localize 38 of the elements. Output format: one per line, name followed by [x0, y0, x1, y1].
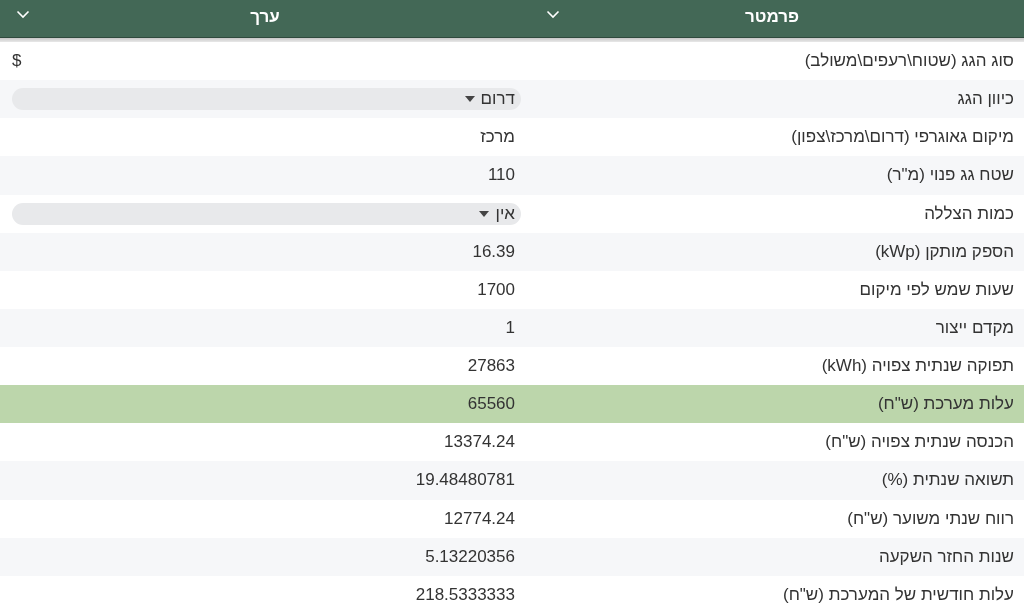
parameter-cell: הספק מותקן (kWp) — [875, 241, 1014, 262]
column-title: פרמטר — [744, 6, 800, 28]
parameter-cell: עלות חודשית של המערכת (ש"ח) — [783, 584, 1014, 605]
caret-icon — [479, 210, 490, 217]
value-cell: מרכז — [480, 127, 515, 148]
parameter-cell: כיוון הגג — [957, 89, 1014, 110]
parameter-cell: שנות החזר השקעה — [878, 546, 1014, 567]
value-cell: 19.48480781 — [415, 470, 515, 491]
parameter-cell: רווח שנתי משוער (ש"ח) — [847, 508, 1014, 529]
caret-icon — [464, 96, 475, 103]
parameter-cell: תשואה שנתית (%) — [881, 470, 1014, 491]
parameter-cell: שעות שמש לפי מיקום — [859, 279, 1014, 300]
chevron-icon[interactable] — [16, 10, 30, 19]
value-cell: 27863 — [467, 356, 515, 377]
parameter-cell: שטח גג פנוי (מ"ר) — [886, 165, 1014, 186]
value-cell: 110 — [487, 165, 515, 186]
value-cell: 218.5333333 — [415, 584, 515, 605]
parameter-cell: מקדם ייצור — [935, 317, 1014, 338]
value-cell: 13374.24 — [444, 432, 515, 453]
value-cell: 1 — [505, 317, 515, 338]
dropdown-chip[interactable]: אין — [12, 202, 521, 225]
chevron-icon[interactable] — [546, 10, 560, 19]
parameter-cell: עלות מערכת (ש"ח) — [877, 394, 1014, 415]
dropdown-chip[interactable]: דרום — [12, 88, 521, 111]
parameter-cell: כמות הצללה — [924, 203, 1014, 224]
value-cell: $ — [12, 51, 22, 72]
parameter-cell: מיקום גאוגרפי (דרום\מרכז\צפון) — [791, 127, 1014, 148]
parameter-cell: הכנסה שנתית צפויה (ש"ח) — [825, 432, 1014, 453]
column-title: ערך — [250, 6, 280, 28]
column-header[interactable]: פרמטר — [530, 0, 1024, 37]
column-header[interactable]: ערך — [0, 0, 530, 37]
value-cell: 1700 — [477, 279, 515, 300]
value-cell: 65560 — [467, 394, 515, 415]
value-cell: 12774.24 — [444, 508, 515, 529]
value-cell: 16.39 — [472, 241, 515, 262]
parameter-cell: סוג הגג (שטוח\רעפים\משולב) — [804, 51, 1014, 72]
value-cell: 5.13220356 — [425, 546, 515, 567]
parameter-cell: תפוקה שנתית צפויה (kWh) — [821, 356, 1014, 377]
